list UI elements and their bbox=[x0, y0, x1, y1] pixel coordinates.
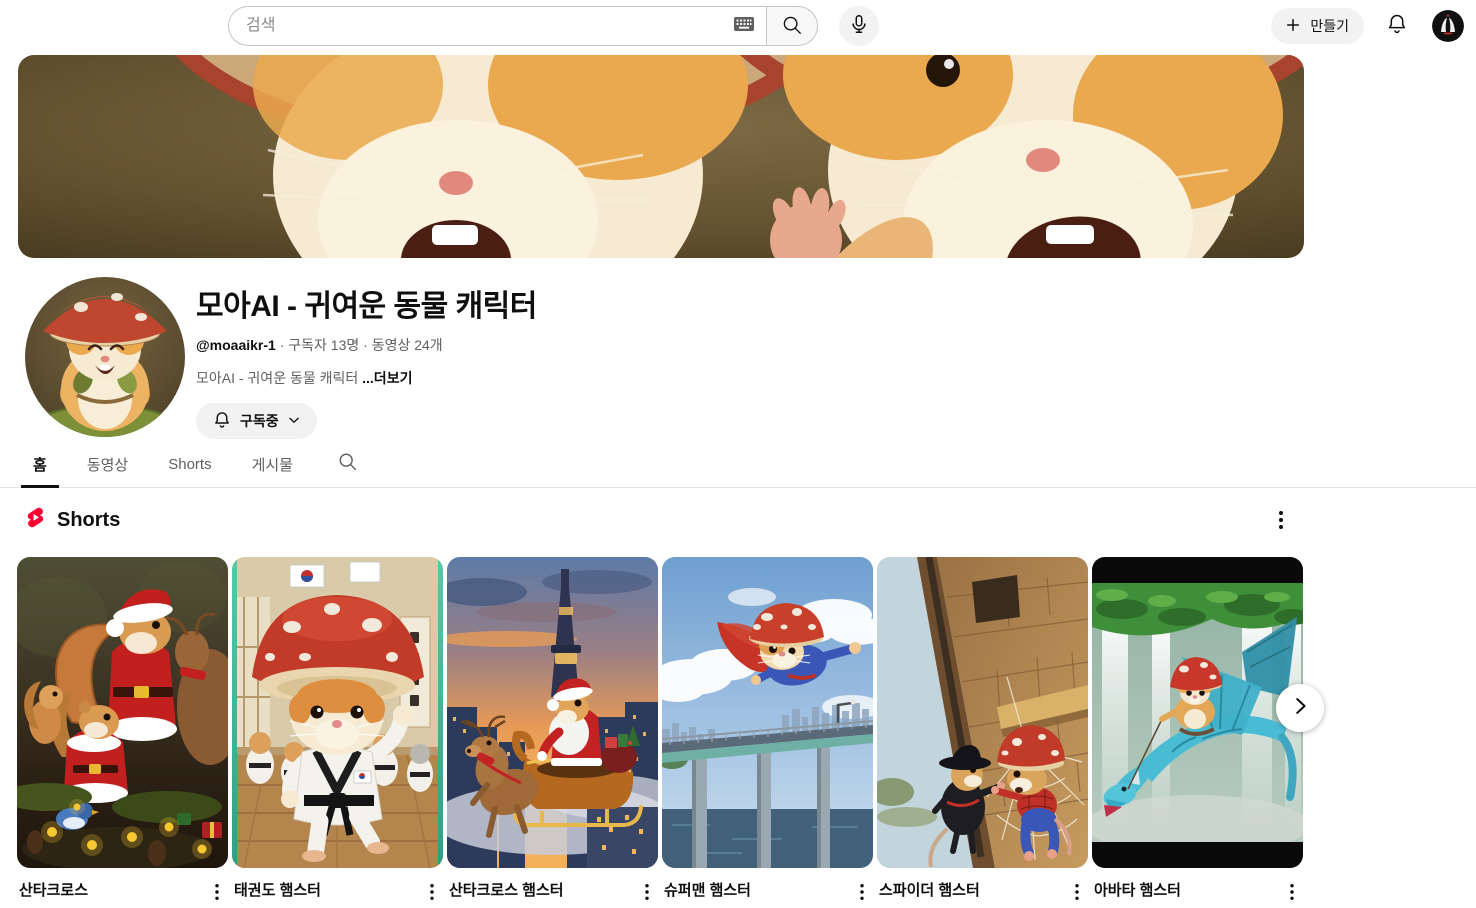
channel-title: 모아AI - 귀여운 동물 캐릭터 bbox=[196, 281, 537, 325]
kebab-menu-icon[interactable] bbox=[208, 881, 226, 908]
tab-posts[interactable]: 게시물 bbox=[240, 441, 305, 487]
shorts-thumbnail[interactable] bbox=[1092, 557, 1303, 868]
shorts-logo-icon bbox=[24, 506, 47, 534]
shorts-video-title[interactable]: 슈퍼맨 햄스터 bbox=[664, 881, 751, 901]
top-right-controls: 만들기 bbox=[1271, 8, 1464, 44]
shorts-thumbnail[interactable] bbox=[447, 557, 658, 868]
bell-icon bbox=[212, 410, 232, 433]
create-button[interactable]: 만들기 bbox=[1271, 8, 1364, 44]
subscriber-count: 구독자 13명 bbox=[288, 337, 359, 353]
top-bar: 만들기 bbox=[0, 0, 1476, 52]
youtube-channel-page: 만들기 bbox=[0, 0, 1476, 908]
bell-icon bbox=[1385, 12, 1409, 41]
search-input-box bbox=[228, 6, 766, 46]
shorts-thumbnail[interactable] bbox=[662, 557, 873, 868]
voice-search-button[interactable] bbox=[839, 6, 879, 46]
tab-home[interactable]: 홈 bbox=[21, 441, 59, 487]
notifications-button[interactable] bbox=[1384, 13, 1410, 39]
kebab-menu-icon[interactable] bbox=[853, 881, 871, 908]
search-area bbox=[228, 6, 879, 46]
shorts-card: 슈퍼맨 햄스터 bbox=[662, 557, 873, 908]
channel-avatar bbox=[25, 277, 185, 437]
kebab-menu-icon[interactable] bbox=[1283, 881, 1301, 908]
mic-icon bbox=[848, 13, 870, 40]
shorts-card: 산타크로스 bbox=[17, 557, 228, 908]
channel-description[interactable]: 모아AI - 귀여운 동물 캐릭터 ...더보기 bbox=[196, 368, 537, 388]
shorts-card: 스파이더 햄스터 bbox=[877, 557, 1088, 908]
video-count: 동영상 24개 bbox=[372, 337, 443, 353]
meta-separator: · bbox=[363, 337, 368, 353]
channel-banner bbox=[18, 55, 1304, 258]
shorts-section-menu-icon[interactable] bbox=[1272, 510, 1290, 535]
kebab-menu-icon[interactable] bbox=[1068, 881, 1086, 908]
kebab-menu-icon[interactable] bbox=[423, 881, 441, 908]
shorts-thumbnail[interactable] bbox=[17, 557, 228, 868]
search-icon bbox=[781, 14, 803, 39]
shelf-next-button[interactable] bbox=[1276, 684, 1324, 732]
shorts-video-title[interactable]: 아바타 햄스터 bbox=[1094, 881, 1181, 901]
shorts-thumbnail[interactable] bbox=[232, 557, 443, 868]
subscribed-label: 구독중 bbox=[240, 411, 279, 431]
search-button[interactable] bbox=[766, 6, 818, 46]
meta-separator: · bbox=[280, 337, 285, 353]
plus-icon bbox=[1283, 15, 1303, 38]
channel-search-button[interactable] bbox=[327, 441, 368, 487]
chevron-down-icon bbox=[287, 413, 301, 430]
shorts-card: 산타크로스 햄스터 bbox=[447, 557, 658, 908]
shorts-thumbnail[interactable] bbox=[877, 557, 1088, 868]
shorts-video-title[interactable]: 산타크로스 bbox=[19, 881, 88, 901]
channel-meta: @moaaikr-1 · 구독자 13명 · 동영상 24개 bbox=[196, 335, 537, 355]
shorts-shelf: 산타크로스 bbox=[17, 557, 1303, 908]
shorts-section-title: Shorts bbox=[57, 509, 120, 532]
search-input[interactable] bbox=[228, 6, 766, 46]
shorts-video-title[interactable]: 스파이더 햄스터 bbox=[879, 881, 980, 901]
subscribed-button[interactable]: 구독중 bbox=[196, 403, 317, 439]
shorts-section-header: Shorts bbox=[24, 506, 120, 534]
account-avatar[interactable] bbox=[1432, 10, 1464, 42]
shorts-video-title[interactable]: 산타크로스 햄스터 bbox=[449, 881, 564, 901]
create-button-label: 만들기 bbox=[1310, 16, 1349, 36]
channel-info: 모아AI - 귀여운 동물 캐릭터 @moaaikr-1 · 구독자 13명 ·… bbox=[196, 281, 537, 439]
channel-handle: @moaaikr-1 bbox=[196, 337, 276, 353]
keyboard-icon[interactable] bbox=[734, 17, 754, 36]
tab-shorts[interactable]: Shorts bbox=[156, 441, 223, 487]
more-button[interactable]: ...더보기 bbox=[362, 370, 412, 386]
description-text: 모아AI - 귀여운 동물 캐릭터 bbox=[196, 370, 362, 386]
search-icon bbox=[337, 451, 358, 477]
channel-tabs: 홈 동영상 Shorts 게시물 bbox=[0, 441, 1476, 488]
kebab-menu-icon[interactable] bbox=[638, 881, 656, 908]
shorts-card: 아바타 햄스터 bbox=[1092, 557, 1303, 908]
shorts-card: 태권도 햄스터 bbox=[232, 557, 443, 908]
tab-videos[interactable]: 동영상 bbox=[75, 441, 140, 487]
shorts-video-title[interactable]: 태권도 햄스터 bbox=[234, 881, 321, 901]
chevron-right-icon bbox=[1289, 695, 1311, 722]
